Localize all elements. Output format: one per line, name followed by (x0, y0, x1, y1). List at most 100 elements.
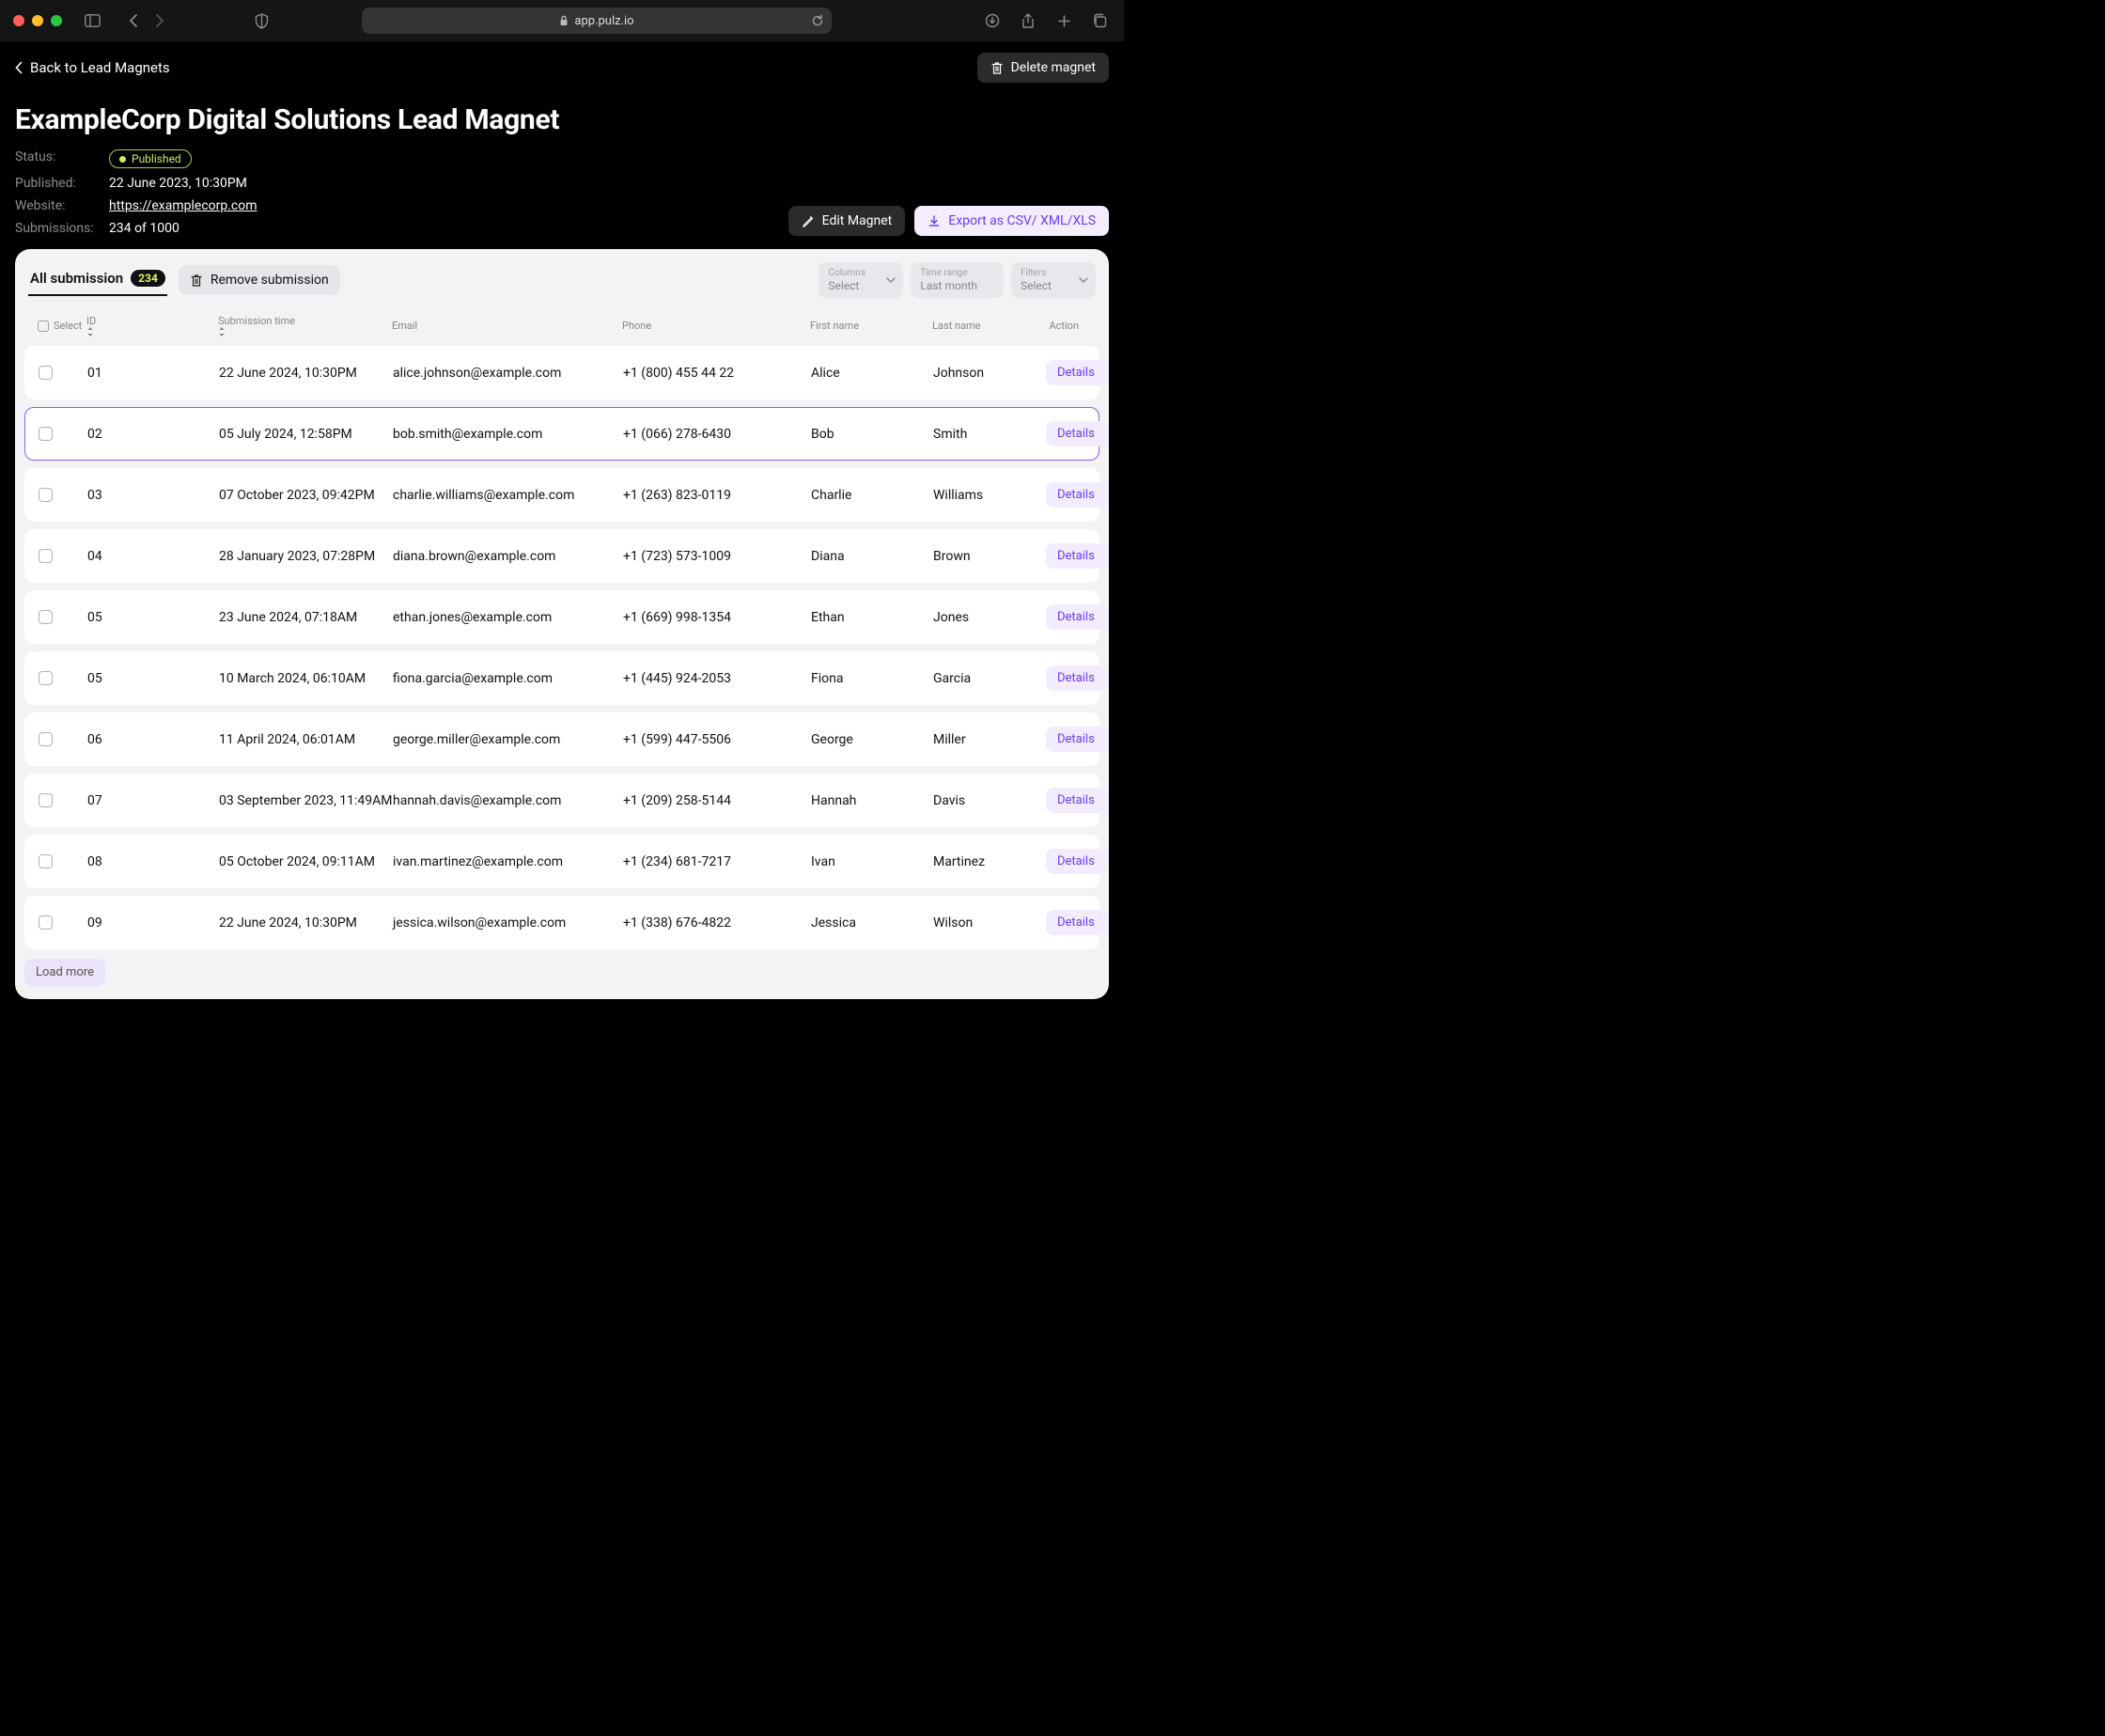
columns-select[interactable]: Columns Select (819, 262, 903, 298)
table-row[interactable]: 0523 June 2024, 07:18AMethan.jones@examp… (24, 590, 1099, 644)
new-tab-icon[interactable] (1052, 9, 1075, 32)
checkbox-icon (38, 321, 49, 332)
row-checkbox[interactable] (39, 671, 53, 685)
cell-first-name: Alice (811, 366, 933, 381)
row-checkbox[interactable] (39, 793, 53, 807)
share-icon[interactable] (1017, 9, 1039, 32)
maximize-window-icon[interactable] (51, 15, 62, 26)
table-row[interactable]: 0428 January 2023, 07:28PMdiana.brown@ex… (24, 529, 1099, 583)
row-checkbox[interactable] (39, 915, 53, 930)
cell-submission-time: 28 January 2023, 07:28PM (219, 549, 393, 564)
col-first-name[interactable]: First name (810, 320, 932, 332)
cell-phone: +1 (066) 278-6430 (623, 427, 811, 442)
table-row[interactable]: 0510 March 2024, 06:10AMfiona.garcia@exa… (24, 651, 1099, 705)
forward-icon[interactable] (148, 9, 171, 32)
downloads-icon[interactable] (981, 9, 1004, 32)
details-button[interactable]: Details (1046, 604, 1106, 630)
columns-label: Columns (828, 268, 877, 278)
close-window-icon[interactable] (13, 15, 24, 26)
cell-phone: +1 (209) 258-5144 (623, 793, 811, 808)
time-range-select[interactable]: Time range Last month (911, 262, 1004, 298)
table-row[interactable]: 0805 October 2024, 09:11AMivan.martinez@… (24, 835, 1099, 888)
table-row[interactable]: 0205 July 2024, 12:58PMbob.smith@example… (24, 407, 1099, 461)
reload-icon[interactable] (811, 14, 824, 27)
table-row[interactable]: 0922 June 2024, 10:30PMjessica.wilson@ex… (24, 896, 1099, 949)
cell-last-name: Miller (933, 732, 1046, 747)
cell-last-name: Garcia (933, 671, 1046, 686)
website-link[interactable]: https://examplecorp.com (109, 198, 257, 213)
remove-submission-button[interactable]: Remove submission (179, 265, 340, 295)
col-email[interactable]: Email (392, 320, 622, 332)
published-value: 22 June 2023, 10:30PM (109, 176, 257, 191)
details-button[interactable]: Details (1046, 788, 1106, 813)
details-button[interactable]: Details (1046, 360, 1106, 385)
details-button[interactable]: Details (1046, 727, 1106, 752)
details-button[interactable]: Details (1046, 421, 1106, 446)
col-select: Select (54, 320, 82, 332)
row-checkbox[interactable] (39, 427, 53, 441)
cell-submission-time: 03 September 2023, 11:49AM (219, 793, 393, 808)
tabs-overview-icon[interactable] (1088, 9, 1111, 32)
sort-icon (218, 327, 392, 336)
table-row[interactable]: 0703 September 2023, 11:49AMhannah.davis… (24, 774, 1099, 827)
edit-magnet-button[interactable]: Edit Magnet (788, 206, 906, 236)
submissions-panel: All submission 234 Remove submission Col… (15, 249, 1109, 999)
row-checkbox[interactable] (39, 366, 53, 380)
details-button[interactable]: Details (1046, 849, 1106, 874)
cell-last-name: Smith (933, 427, 1046, 442)
row-checkbox[interactable] (39, 854, 53, 868)
cell-email: george.miller@example.com (393, 732, 623, 747)
col-submission-time[interactable]: Submission time (218, 315, 392, 336)
row-checkbox[interactable] (39, 732, 53, 746)
table-row[interactable]: 0122 June 2024, 10:30PMalice.johnson@exa… (24, 346, 1099, 399)
privacy-shield-icon[interactable] (251, 9, 273, 32)
window-controls (13, 15, 62, 26)
table-body: 0122 June 2024, 10:30PMalice.johnson@exa… (24, 346, 1099, 949)
cell-phone: +1 (263) 823-0119 (623, 488, 811, 503)
cell-submission-time: 22 June 2024, 10:30PM (219, 366, 393, 381)
table-row[interactable]: 0307 October 2023, 09:42PMcharlie.willia… (24, 468, 1099, 522)
cell-first-name: Diana (811, 549, 933, 564)
col-last-name[interactable]: Last name (932, 320, 1045, 332)
col-phone[interactable]: Phone (622, 320, 810, 332)
cell-id: 04 (87, 549, 219, 564)
cell-phone: +1 (669) 998-1354 (623, 610, 811, 625)
cell-last-name: Wilson (933, 915, 1046, 931)
cell-submission-time: 05 October 2024, 09:11AM (219, 854, 393, 869)
details-button[interactable]: Details (1046, 665, 1106, 691)
row-checkbox[interactable] (39, 488, 53, 502)
table-row[interactable]: 0611 April 2024, 06:01AMgeorge.miller@ex… (24, 712, 1099, 766)
load-more-button[interactable]: Load more (24, 959, 105, 986)
details-button[interactable]: Details (1046, 910, 1106, 935)
back-to-lead-magnets-link[interactable]: Back to Lead Magnets (15, 59, 170, 76)
row-checkbox[interactable] (39, 549, 53, 563)
select-all-header[interactable]: Select (38, 320, 86, 332)
cell-last-name: Martinez (933, 854, 1046, 869)
details-button[interactable]: Details (1046, 482, 1106, 508)
cell-email: fiona.garcia@example.com (393, 671, 623, 686)
cell-id: 07 (87, 793, 219, 808)
back-icon[interactable] (122, 9, 145, 32)
filters-select[interactable]: Filters Select (1011, 262, 1096, 298)
address-bar[interactable]: app.pulz.io (362, 8, 832, 34)
cell-submission-time: 07 October 2023, 09:42PM (219, 488, 393, 503)
col-id[interactable]: ID (86, 315, 218, 336)
delete-magnet-button[interactable]: Delete magnet (977, 53, 1109, 83)
cell-first-name: Hannah (811, 793, 933, 808)
cell-phone: +1 (599) 447-5506 (623, 732, 811, 747)
col-action: Action (1045, 320, 1086, 332)
submissions-label: Submissions: (15, 221, 100, 236)
sidebar-toggle-icon[interactable] (81, 9, 103, 32)
minimize-window-icon[interactable] (32, 15, 43, 26)
tab-all-submissions[interactable]: All submission 234 (28, 264, 167, 296)
cell-id: 01 (87, 366, 219, 381)
cell-submission-time: 22 June 2024, 10:30PM (219, 915, 393, 931)
row-checkbox[interactable] (39, 610, 53, 624)
cell-email: hannah.davis@example.com (393, 793, 623, 808)
details-button[interactable]: Details (1046, 543, 1106, 569)
download-icon (928, 214, 941, 227)
edit-btn-label: Edit Magnet (822, 213, 893, 228)
cell-last-name: Williams (933, 488, 1046, 503)
cell-email: charlie.williams@example.com (393, 488, 623, 503)
export-button[interactable]: Export as CSV/ XML/XLS (914, 206, 1109, 236)
